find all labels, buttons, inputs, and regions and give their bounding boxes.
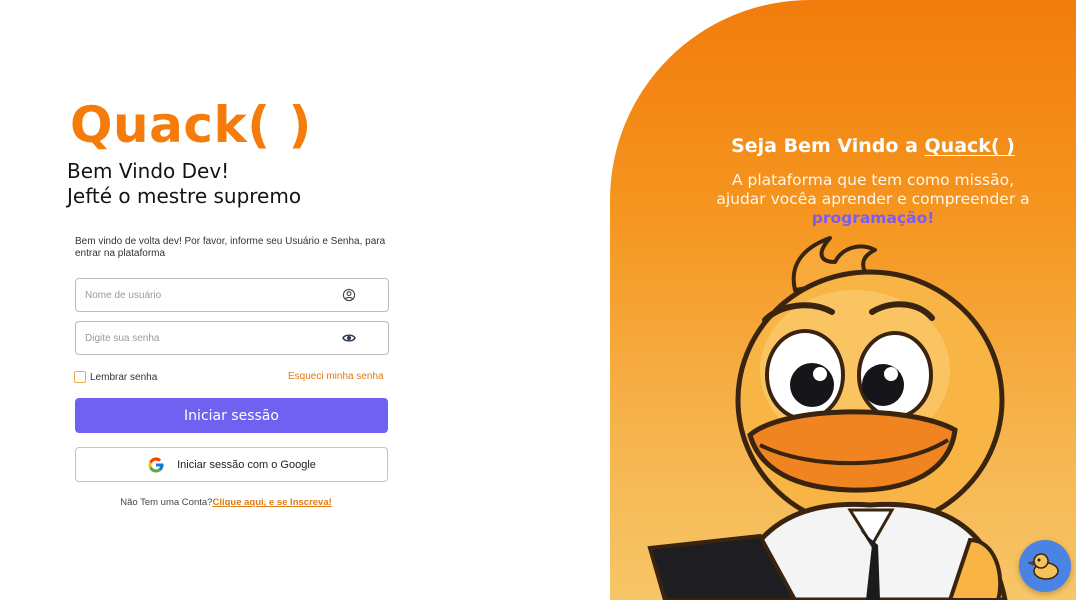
- signup-prompt: Não Tem uma Conta?Clique aqui, e se Insc…: [0, 497, 452, 508]
- hero-description: A plataforma que tem como missão, ajudar…: [708, 171, 1038, 228]
- welcome-subtext: Bem vindo de volta dev! Por favor, infor…: [75, 236, 386, 259]
- hero-title: Seja Bem Vindo a Quack( ): [610, 135, 1076, 157]
- eye-icon[interactable]: [342, 331, 356, 345]
- hero-title-prefix: Seja Bem Vindo a: [731, 135, 925, 157]
- hero-desc-main: A plataforma que tem como missão, ajudar…: [716, 171, 1030, 208]
- password-input[interactable]: [85, 322, 335, 354]
- duck-icon: [1028, 553, 1059, 580]
- user-circle-icon: [342, 288, 356, 302]
- username-input[interactable]: [85, 279, 335, 311]
- welcome-heading: Bem Vindo Dev! Jefté o mestre supremo: [67, 159, 327, 209]
- forgot-password-link[interactable]: Esqueci minha senha: [288, 371, 384, 382]
- google-login-label: Iniciar sessão com o Google: [177, 458, 316, 471]
- welcome-line-1: Bem Vindo Dev!: [67, 159, 230, 183]
- remember-me[interactable]: Lembrar senha: [74, 370, 157, 384]
- hero-title-brand: Quack( ): [924, 135, 1015, 157]
- login-button[interactable]: Iniciar sessão: [75, 398, 388, 433]
- brand-logo: Quack( ): [70, 96, 312, 154]
- signup-prefix: Não Tem uma Conta?: [120, 497, 213, 508]
- signup-link[interactable]: Clique aqui, e se Inscreva!: [212, 497, 331, 508]
- password-field[interactable]: [75, 321, 389, 355]
- google-icon: [148, 457, 164, 472]
- welcome-line-2: Jefté o mestre supremo: [67, 184, 302, 208]
- assistant-fab-button[interactable]: [1019, 540, 1071, 592]
- hero-desc-highlight: programação!: [811, 209, 935, 227]
- remember-label: Lembrar senha: [90, 371, 158, 383]
- hero-panel: Seja Bem Vindo a Quack( ) A plataforma q…: [610, 0, 1076, 600]
- duck-mascot-illustration: [647, 236, 1008, 600]
- username-field[interactable]: [75, 278, 389, 312]
- google-login-button[interactable]: Iniciar sessão com o Google: [75, 447, 388, 482]
- remember-checkbox[interactable]: [74, 371, 86, 383]
